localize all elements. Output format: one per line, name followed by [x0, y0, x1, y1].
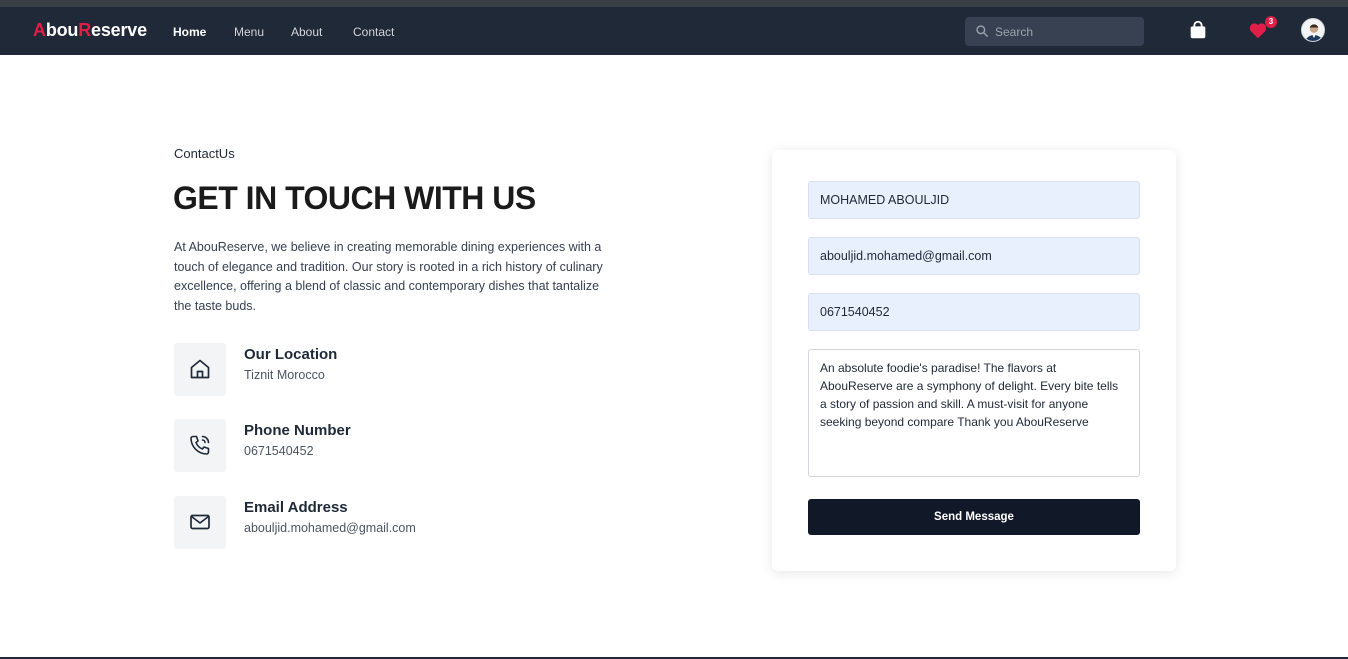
email-value: abouljid.mohamed@gmail.com [244, 521, 416, 535]
location-icon-box [174, 343, 226, 396]
location-title: Our Location [244, 346, 338, 363]
search-input[interactable] [995, 17, 1135, 46]
favorites-count-badge: 3 [1265, 16, 1277, 28]
contact-eyebrow: ContactUs [174, 146, 235, 161]
email-icon-box [174, 496, 226, 549]
email-field[interactable] [808, 237, 1140, 275]
shopping-bag-icon[interactable] [1187, 19, 1209, 41]
nav-menu-link[interactable]: Menu [234, 25, 264, 39]
message-field[interactable]: An absolute foodie's paradise! The flavo… [808, 349, 1140, 477]
phone-icon-box [174, 419, 226, 472]
search-icon [976, 25, 988, 37]
brand-logo[interactable]: AbouReserve [33, 20, 147, 41]
user-avatar-icon [1302, 19, 1324, 41]
window-top-border [0, 0, 1348, 7]
search-box [965, 17, 1144, 46]
contact-form: An absolute foodie's paradise! The flavo… [772, 150, 1176, 571]
brand-part-bou: bou [45, 20, 79, 40]
nav-home-link[interactable]: Home [173, 25, 206, 39]
home-icon [190, 359, 210, 379]
intro-paragraph: At AbouReserve, we believe in creating m… [174, 240, 603, 313]
name-field[interactable] [808, 181, 1140, 219]
brand-part-eserve: eserve [91, 20, 147, 40]
location-value: Tiznit Morocco [244, 368, 325, 382]
phone-field[interactable] [808, 293, 1140, 331]
location-info: Our Location Tiznit Morocco [174, 343, 574, 397]
brand-letter-r: R [78, 20, 92, 40]
avatar[interactable] [1301, 18, 1325, 42]
phone-value: 0671540452 [244, 444, 314, 458]
brand-letter-a: A [33, 20, 46, 40]
phone-info: Phone Number 0671540452 [174, 419, 574, 473]
nav-contact-link[interactable]: Contact [353, 25, 394, 39]
phone-icon [190, 435, 210, 455]
send-message-button[interactable]: Send Message [808, 499, 1140, 535]
phone-title: Phone Number [244, 422, 351, 439]
email-info: Email Address abouljid.mohamed@gmail.com [174, 496, 574, 550]
navbar: AbouReserve Home Menu About Contact 3 [0, 7, 1348, 55]
email-title: Email Address [244, 499, 348, 516]
page-title: GET IN TOUCH WITH US [173, 180, 536, 216]
nav-about-link[interactable]: About [291, 25, 322, 39]
mail-icon [190, 514, 210, 530]
